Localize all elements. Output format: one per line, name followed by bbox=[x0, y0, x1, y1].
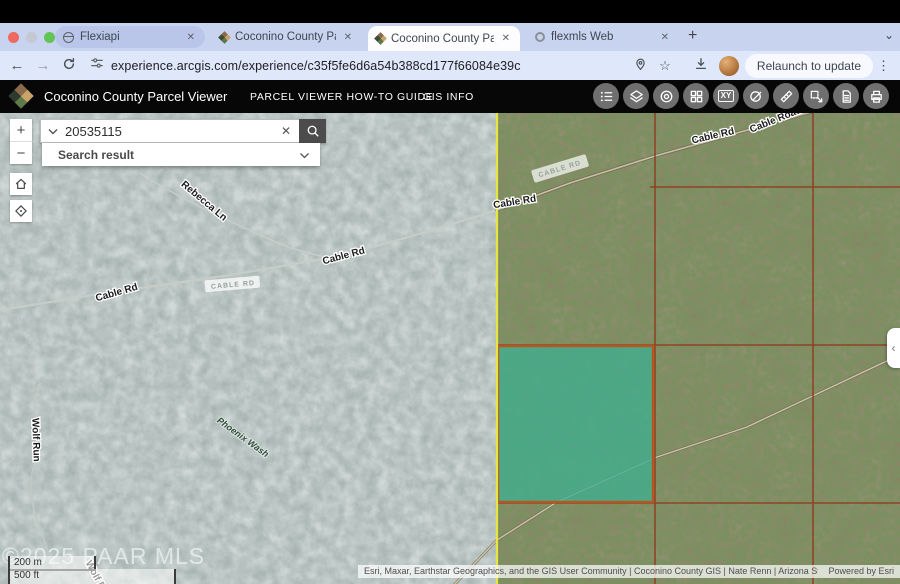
tab-title: Coconino County Parcel View bbox=[391, 33, 494, 45]
tab-title: Coconino County Parcel View bbox=[235, 31, 336, 43]
printer-icon bbox=[869, 89, 884, 104]
locate-icon bbox=[14, 204, 28, 218]
search-result-label: Search result bbox=[58, 148, 299, 162]
close-tab-icon[interactable]: ✕ bbox=[342, 32, 354, 43]
search-source-chevron-icon[interactable] bbox=[48, 122, 58, 140]
site-settings-icon[interactable] bbox=[90, 56, 104, 75]
layers-icon bbox=[629, 89, 644, 104]
search-result-dropdown[interactable]: Search result bbox=[42, 143, 320, 166]
home-extent-button[interactable] bbox=[10, 173, 32, 195]
draw-icon bbox=[749, 89, 764, 104]
location-pin-icon[interactable] bbox=[629, 58, 653, 74]
browser-toolbar: ← → experience.arcgis.com/experience/c35… bbox=[0, 51, 900, 80]
select-button[interactable] bbox=[803, 83, 829, 109]
xy-coordinates-icon: XY bbox=[718, 90, 735, 102]
attribution-text: Esri, Maxar, Earthstar Geographics, and … bbox=[364, 565, 818, 578]
close-tab-icon[interactable]: ✕ bbox=[500, 33, 512, 44]
parcel-search: 20535115 ✕ bbox=[40, 119, 326, 143]
tab-parcel-viewer-2-active[interactable]: Coconino County Parcel View ✕ bbox=[368, 26, 520, 51]
add-data-button[interactable] bbox=[683, 83, 709, 109]
tab-overflow-icon[interactable]: ⌄ bbox=[884, 28, 894, 42]
scale-metric: 200 m bbox=[14, 557, 42, 568]
search-value[interactable]: 20535115 bbox=[65, 124, 273, 139]
legend-button[interactable] bbox=[593, 83, 619, 109]
zoom-controls: + − bbox=[10, 119, 32, 164]
app-header: Coconino County Parcel Viewer PARCEL VIE… bbox=[0, 80, 900, 113]
tab-flexmls[interactable]: flexmls Web ✕ bbox=[527, 26, 679, 48]
parcel-viewer-favicon bbox=[374, 32, 387, 45]
terrain-cleared-land bbox=[0, 113, 497, 584]
powered-by-esri: Powered by Esri bbox=[828, 565, 894, 578]
basemap-icon bbox=[659, 89, 674, 104]
scale-imperial: 500 ft bbox=[14, 570, 39, 581]
minimize-window-button[interactable] bbox=[26, 32, 37, 43]
fullscreen-window-button[interactable] bbox=[44, 32, 55, 43]
flexmls-favicon bbox=[535, 32, 545, 42]
forward-button[interactable]: → bbox=[30, 57, 56, 74]
search-input[interactable]: 20535115 ✕ bbox=[40, 119, 299, 143]
how-to-guide-link[interactable]: PARCEL VIEWER HOW-TO GUIDE bbox=[250, 91, 433, 103]
app-title: Coconino County Parcel Viewer bbox=[44, 89, 227, 104]
legend-icon bbox=[599, 89, 614, 104]
mac-titlebar bbox=[0, 0, 900, 23]
highlighted-parcel[interactable] bbox=[498, 346, 653, 502]
select-icon bbox=[809, 89, 824, 104]
basemap-button[interactable] bbox=[653, 83, 679, 109]
widget-toolbar: XY bbox=[593, 83, 889, 109]
close-window-button[interactable] bbox=[8, 32, 19, 43]
tab-title: Flexiapi bbox=[80, 31, 179, 43]
browser-tabstrip: Flexiapi ✕ Coconino County Parcel View ✕… bbox=[0, 23, 900, 51]
map-view[interactable]: Cable Rd CABLE RD Cable Rd Rebecca Ln Ca… bbox=[0, 113, 900, 584]
map-canvas[interactable]: Cable Rd CABLE RD Cable Rd Rebecca Ln Ca… bbox=[0, 113, 900, 584]
close-tab-icon[interactable]: ✕ bbox=[659, 32, 671, 43]
coconino-logo-icon bbox=[8, 83, 33, 108]
road-label: Wolf Run bbox=[29, 418, 42, 462]
draw-button[interactable] bbox=[743, 83, 769, 109]
download-icon[interactable] bbox=[689, 57, 713, 74]
panel-toggle-button[interactable]: ‹ bbox=[887, 328, 900, 368]
clear-search-icon[interactable]: ✕ bbox=[281, 124, 291, 138]
result-chevron-icon[interactable] bbox=[299, 148, 310, 162]
measure-button[interactable] bbox=[773, 83, 799, 109]
zoom-in-button[interactable]: + bbox=[10, 119, 32, 141]
home-icon bbox=[14, 177, 28, 191]
browser-menu-icon[interactable]: ⋮ bbox=[877, 58, 890, 74]
relaunch-button[interactable]: Relaunch to update bbox=[745, 54, 873, 78]
report-button[interactable] bbox=[833, 83, 859, 109]
tab-parcel-viewer-1[interactable]: Coconino County Parcel View ✕ bbox=[212, 26, 362, 48]
measure-ruler-icon bbox=[779, 89, 794, 104]
search-button[interactable] bbox=[299, 119, 326, 143]
map-attribution: Esri, Maxar, Earthstar Geographics, and … bbox=[358, 565, 900, 578]
coordinates-button[interactable]: XY bbox=[713, 83, 739, 109]
document-icon bbox=[839, 89, 854, 104]
tab-flexiapi[interactable]: Flexiapi ✕ bbox=[55, 26, 205, 48]
chevron-left-icon: ‹ bbox=[892, 341, 896, 355]
globe-icon bbox=[63, 32, 74, 43]
profile-avatar[interactable] bbox=[719, 56, 739, 76]
apps-grid-icon bbox=[689, 89, 704, 104]
new-tab-button[interactable]: + bbox=[688, 27, 697, 45]
parcel-viewer-favicon bbox=[218, 31, 231, 44]
locate-me-button[interactable] bbox=[10, 200, 32, 222]
url-field[interactable]: experience.arcgis.com/experience/c35f5fe… bbox=[111, 59, 629, 73]
reload-button[interactable] bbox=[56, 57, 82, 75]
magnifier-icon bbox=[306, 124, 320, 138]
close-tab-icon[interactable]: ✕ bbox=[185, 32, 197, 43]
gis-info-link[interactable]: GIS INFO bbox=[423, 91, 474, 103]
back-button[interactable]: ← bbox=[4, 57, 30, 74]
zoom-out-button[interactable]: − bbox=[10, 141, 32, 164]
screen: Flexiapi ✕ Coconino County Parcel View ✕… bbox=[0, 0, 900, 584]
scale-bar: 200 m 500 ft bbox=[8, 556, 176, 584]
layers-button[interactable] bbox=[623, 83, 649, 109]
tab-title: flexmls Web bbox=[551, 31, 653, 43]
window-controls bbox=[8, 32, 55, 43]
print-button[interactable] bbox=[863, 83, 889, 109]
bookmark-star-icon[interactable]: ☆ bbox=[653, 58, 677, 74]
